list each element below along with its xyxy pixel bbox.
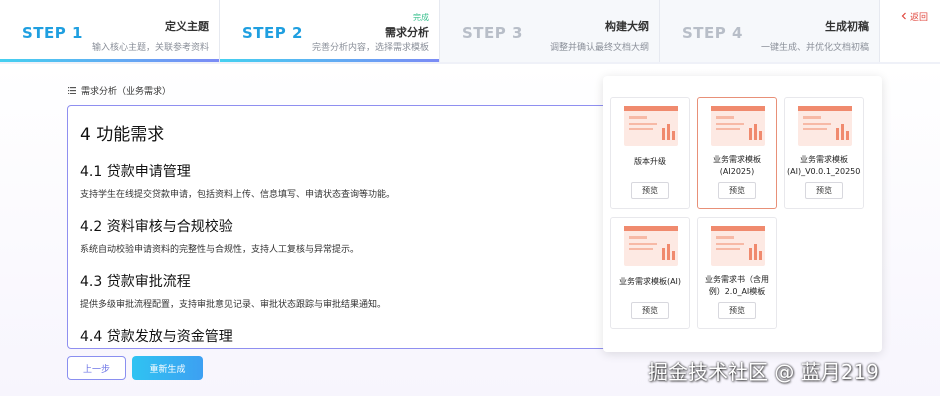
step-2-number: STEP 2 [242, 24, 303, 42]
preview-button[interactable]: 预览 [631, 302, 669, 319]
template-card[interactable]: 业务需求书（含用 例）2.0_AI模板 预览 [697, 217, 777, 329]
template-name: 业务需求模板 (AI)_V0.0.1_2025080 [787, 155, 861, 176]
template-thumbnail-icon [711, 226, 765, 266]
step-1-title: 定义主题 [165, 20, 209, 33]
preview-button[interactable]: 预览 [718, 302, 756, 319]
step-1-number: STEP 1 [22, 24, 83, 42]
step-1[interactable]: STEP 1 定义主题 输入核心主题，关联参考资料 [0, 0, 220, 62]
template-thumbnail-icon [624, 106, 678, 146]
step-3-description: 调整并确认最终文档大纲 [549, 43, 649, 53]
preview-button[interactable]: 预览 [805, 182, 843, 199]
template-card[interactable]: 版本升级 预览 [610, 97, 690, 209]
step-3-number: STEP 3 [462, 24, 523, 42]
step-4[interactable]: STEP 4 生成初稿 一键生成、并优化文档初稿 [660, 0, 880, 62]
step-4-number: STEP 4 [682, 24, 743, 42]
template-name: 业务需求书（含用 例）2.0_AI模板 [705, 275, 769, 296]
step-2-done-flag: 完成 [413, 13, 429, 22]
back-label: 返回 [910, 12, 929, 23]
watermark: 掘金技术社区 @ 蓝月219 [648, 360, 879, 384]
step-1-description: 输入核心主题，关联参考资料 [91, 43, 209, 53]
template-card[interactable]: 业务需求模板(AI) 预览 [610, 217, 690, 329]
template-thumbnail-icon [798, 106, 852, 146]
template-card[interactable]: 业务需求模板 (AI)_V0.0.1_2025080 预览 [784, 97, 864, 209]
preview-button[interactable]: 预览 [718, 182, 756, 199]
requirement-editor[interactable]: 4 功能需求 4.1 贷款申请管理 支持学生在线提交贷款申请，包括资料上传、信息… [67, 105, 612, 349]
doc-paragraph: 支持学生在线提交贷款申请，包括资料上传、信息填写、申请状态查询等功能。 [80, 190, 396, 200]
doc-heading-2: 4.2 资料审核与合规校验 [80, 219, 233, 235]
step-4-title: 生成初稿 [825, 20, 869, 33]
preview-button[interactable]: 预览 [631, 182, 669, 199]
step-2[interactable]: STEP 2 完成 需求分析 完善分析内容，选择需求模板 [220, 0, 440, 62]
template-name: 业务需求模板 (AI2025) [713, 155, 761, 176]
template-name: 业务需求模板(AI) [618, 277, 682, 286]
doc-heading-2: 4.3 贷款审批流程 [80, 274, 191, 290]
doc-heading-1: 4 功能需求 [80, 125, 165, 145]
step-3[interactable]: STEP 3 构建大纲 调整并确认最终文档大纲 [440, 0, 660, 62]
chevron-left-icon [901, 12, 906, 20]
template-thumbnail-icon [711, 106, 765, 146]
step-2-title: 需求分析 [385, 26, 429, 39]
section-header: 需求分析（业务需求） [68, 84, 171, 97]
template-thumbnail-icon [624, 226, 678, 266]
step-2-description: 完善分析内容，选择需求模板 [311, 43, 429, 53]
template-card-selected[interactable]: 业务需求模板 (AI2025) 预览 [697, 97, 777, 209]
step-4-description: 一键生成、并优化文档初稿 [760, 43, 869, 53]
section-title: 需求分析（业务需求） [81, 87, 172, 97]
step-progress-bar: STEP 1 定义主题 输入核心主题，关联参考资料 STEP 2 完成 需求分析… [0, 0, 940, 62]
doc-heading-2: 4.4 贷款发放与资金管理 [80, 329, 233, 345]
doc-heading-2: 4.1 贷款申请管理 [80, 164, 191, 180]
back-button[interactable]: 返回 [900, 6, 940, 26]
list-icon [68, 87, 76, 94]
regenerate-button[interactable]: 重新生成 [132, 356, 203, 380]
doc-paragraph: 提供多级审批流程配置，支持审批意见记录、审批状态跟踪与审批结果通知。 [80, 300, 387, 310]
prev-step-button[interactable]: 上一步 [67, 356, 126, 380]
doc-paragraph: 系统自动校验申请资料的完整性与合规性，支持人工复核与异常提示。 [80, 245, 360, 255]
step-3-title: 构建大纲 [605, 20, 649, 33]
template-name: 版本升级 [634, 157, 666, 166]
template-picker: 版本升级 预览 业务需求模板 (AI2025) 预览 业务需求模板 (AI)_V… [603, 76, 882, 352]
